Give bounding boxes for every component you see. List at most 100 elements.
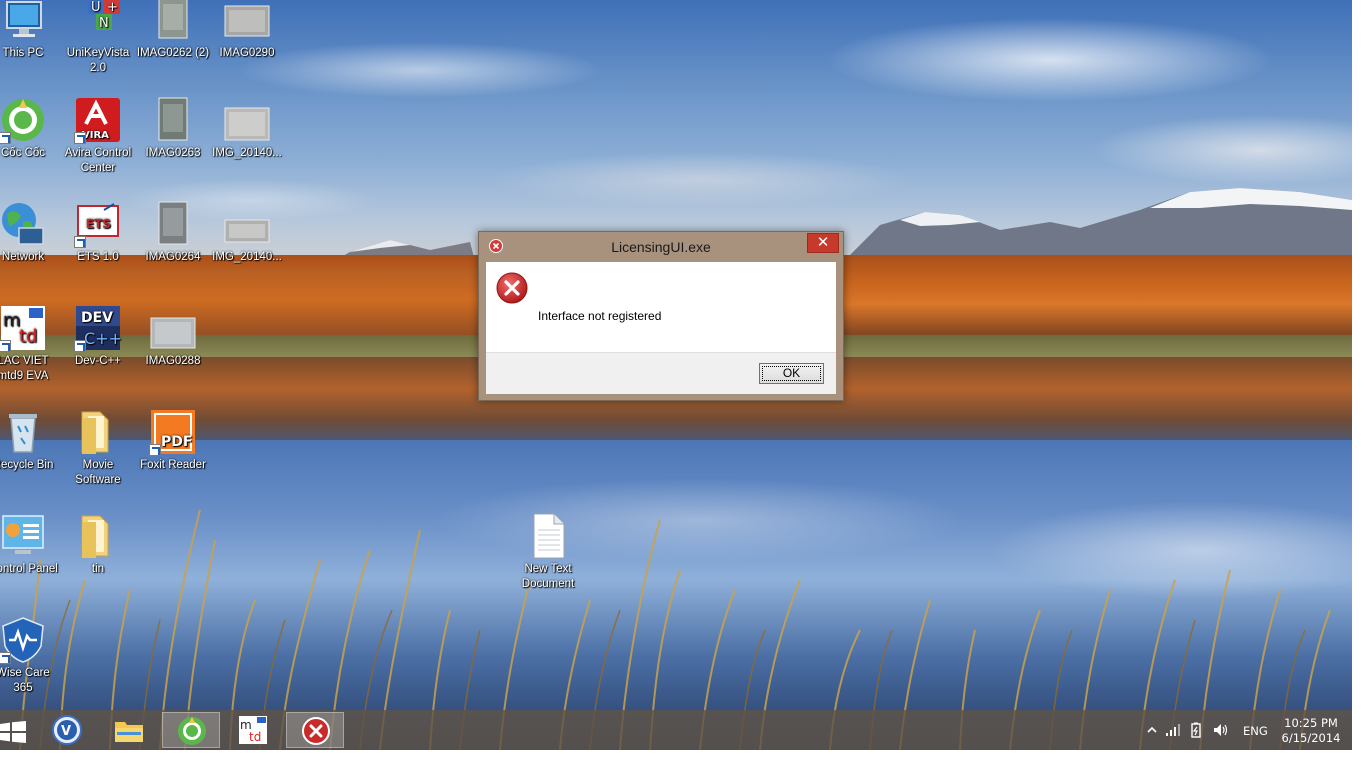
desktop-icon-imag0290[interactable]: IMAG0290 bbox=[209, 0, 285, 61]
input-language-indicator[interactable]: ENG bbox=[1243, 724, 1268, 738]
coc-coc-icon bbox=[178, 717, 206, 745]
clock[interactable]: 10:25 PM 6/15/2014 bbox=[1280, 716, 1342, 746]
shortcut-arrow-icon bbox=[74, 132, 86, 144]
desktop-icon-label: Wise Care 365 bbox=[0, 667, 50, 694]
desktop-icon-label: Recycle Bin bbox=[0, 459, 54, 471]
desktop-icon-label: UniKeyVista 2.0 bbox=[66, 47, 130, 74]
desktop-icon-ets[interactable]: ETS ETS 1.0 bbox=[60, 200, 136, 265]
desktop-icon-label: IMAG0288 bbox=[145, 355, 201, 367]
dialog-title: LicensingUI.exe bbox=[611, 239, 711, 255]
desktop-icon-tin[interactable]: tin bbox=[60, 512, 136, 577]
desktop-icon-label: This PC bbox=[2, 47, 44, 59]
desktop-icon-imag0263[interactable]: IMAG0263 bbox=[135, 96, 211, 161]
ok-button[interactable]: OK bbox=[759, 363, 824, 384]
close-button[interactable]: ✕ bbox=[807, 233, 839, 253]
svg-text:V: V bbox=[61, 724, 71, 739]
taskbar: V m td ENG 10:25 PM 6/15/2014 bbox=[0, 710, 1352, 750]
desktop-icon-label: Movie Software bbox=[75, 459, 121, 486]
screen-edge-bottom bbox=[0, 750, 1366, 768]
desktop-icon-control-panel[interactable]: Control Panel bbox=[0, 512, 61, 577]
ets-icon: ETS bbox=[74, 200, 122, 248]
dialog-button-bar: OK bbox=[486, 352, 836, 394]
shortcut-arrow-icon bbox=[0, 132, 11, 144]
wise-care-icon bbox=[0, 616, 47, 664]
svg-text:m: m bbox=[3, 310, 21, 331]
clock-time: 10:25 PM bbox=[1284, 716, 1338, 730]
volume-icon[interactable] bbox=[1212, 722, 1230, 738]
desktop-icon-imag0288[interactable]: IMAG0288 bbox=[135, 304, 211, 369]
svg-text:U: U bbox=[91, 0, 101, 15]
desktop-icon-label: Network bbox=[1, 251, 45, 263]
desktop-icon-img-20140-a[interactable]: IMG_20140... bbox=[209, 96, 285, 161]
desktop-icon-label: Control Panel bbox=[0, 563, 58, 575]
folder-icon bbox=[74, 512, 122, 560]
desktop-icon-avira[interactable]: VIRA Avira Control Center bbox=[60, 96, 136, 176]
taskbar-button-licensing-error[interactable] bbox=[286, 712, 344, 748]
image-file-icon bbox=[149, 96, 197, 144]
image-file-icon bbox=[149, 304, 197, 352]
image-file-icon bbox=[223, 200, 271, 248]
licensing-error-dialog[interactable]: LicensingUI.exe ✕ Interface not register… bbox=[478, 231, 844, 401]
desktop-icon-network[interactable]: Network bbox=[0, 200, 61, 265]
unikey-tray-icon: V bbox=[52, 715, 82, 745]
dialog-content: Interface not registered bbox=[486, 262, 836, 352]
desktop-icon-label: Dev-C++ bbox=[74, 355, 122, 367]
error-icon bbox=[302, 717, 330, 745]
desktop-icon-label: New Text Document bbox=[521, 563, 575, 590]
desktop-icon-movie-software[interactable]: Movie Software bbox=[60, 408, 136, 488]
desktop-icon-imag0262[interactable]: IMAG0262 (2) bbox=[135, 0, 211, 61]
svg-text:+: + bbox=[107, 0, 118, 15]
taskbar-button-lac-viet[interactable]: m td bbox=[224, 712, 282, 748]
dialog-titlebar[interactable]: LicensingUI.exe ✕ bbox=[479, 232, 843, 262]
folder-icon bbox=[74, 408, 122, 456]
recycle-bin-icon bbox=[0, 408, 47, 456]
svg-text:ETS: ETS bbox=[86, 217, 111, 231]
desktop-icon-new-text-document[interactable]: New Text Document bbox=[510, 512, 586, 592]
desktop-icon-unikey[interactable]: U + N UniKeyVista 2.0 bbox=[60, 0, 136, 76]
desktop-icon-label: IMG_20140... bbox=[212, 147, 282, 159]
unikey-icon: U + N bbox=[74, 0, 122, 44]
desktop-icon-foxit-reader[interactable]: PDF Foxit Reader bbox=[135, 408, 211, 473]
error-icon bbox=[496, 272, 528, 304]
desktop-icon-img-20140-b[interactable]: IMG_20140... bbox=[209, 200, 285, 265]
taskbar-button-unikey[interactable]: V bbox=[38, 712, 96, 748]
network-icon bbox=[0, 200, 47, 248]
desktop-icon-label: IMG_20140... bbox=[212, 251, 282, 263]
desktop-icon-coc-coc[interactable]: Cốc Cốc bbox=[0, 96, 61, 161]
taskbar-button-file-explorer[interactable] bbox=[100, 712, 158, 748]
svg-text:DEV: DEV bbox=[81, 310, 113, 326]
desktop-icon-label: IMAG0290 bbox=[219, 47, 275, 59]
desktop-icon-this-pc[interactable]: This PC bbox=[0, 0, 61, 61]
desktop-icon-wise-care[interactable]: Wise Care 365 bbox=[0, 616, 61, 696]
signal-bars-icon[interactable] bbox=[1164, 722, 1182, 738]
wallpaper-reeds bbox=[19, 509, 1331, 750]
desktop-icon-label: Avira Control Center bbox=[64, 147, 132, 174]
svg-text:C++: C++ bbox=[84, 329, 122, 348]
desktop-icon-label: IMAG0263 bbox=[145, 147, 201, 159]
svg-text:td: td bbox=[19, 326, 37, 347]
show-hidden-icons-icon[interactable] bbox=[1143, 722, 1161, 738]
dialog-message: Interface not registered bbox=[538, 309, 662, 323]
battery-icon[interactable] bbox=[1188, 722, 1206, 738]
screen-edge-right bbox=[1352, 0, 1366, 768]
desktop-icon-label: ETS 1.0 bbox=[77, 251, 119, 263]
svg-text:PDF: PDF bbox=[161, 434, 192, 450]
image-file-icon bbox=[223, 0, 271, 44]
start-button[interactable] bbox=[0, 712, 40, 748]
clock-date: 6/15/2014 bbox=[1281, 731, 1341, 745]
taskbar-button-coc-coc[interactable] bbox=[162, 712, 220, 748]
desktop-icon-dev-cpp[interactable]: DEV C++ Dev-C++ bbox=[60, 304, 136, 369]
shortcut-arrow-icon bbox=[74, 236, 86, 248]
shortcut-arrow-icon bbox=[149, 444, 161, 456]
image-file-icon bbox=[149, 0, 197, 44]
desktop-icon-imag0264[interactable]: IMAG0264 bbox=[135, 200, 211, 265]
lac-viet-icon: mtd bbox=[239, 716, 267, 744]
shortcut-arrow-icon bbox=[74, 340, 86, 352]
desktop-icon-recycle-bin[interactable]: Recycle Bin bbox=[0, 408, 61, 473]
svg-text:VIRA: VIRA bbox=[82, 130, 109, 141]
desktop-icon-label: IMAG0264 bbox=[145, 251, 201, 263]
shortcut-arrow-icon bbox=[0, 340, 11, 352]
desktop-icon-lac-viet[interactable]: m td LAC VIET mtd9 EVA bbox=[0, 304, 61, 384]
file-explorer-icon bbox=[115, 722, 143, 742]
lac-viet-icon: mtd bbox=[0, 304, 47, 352]
